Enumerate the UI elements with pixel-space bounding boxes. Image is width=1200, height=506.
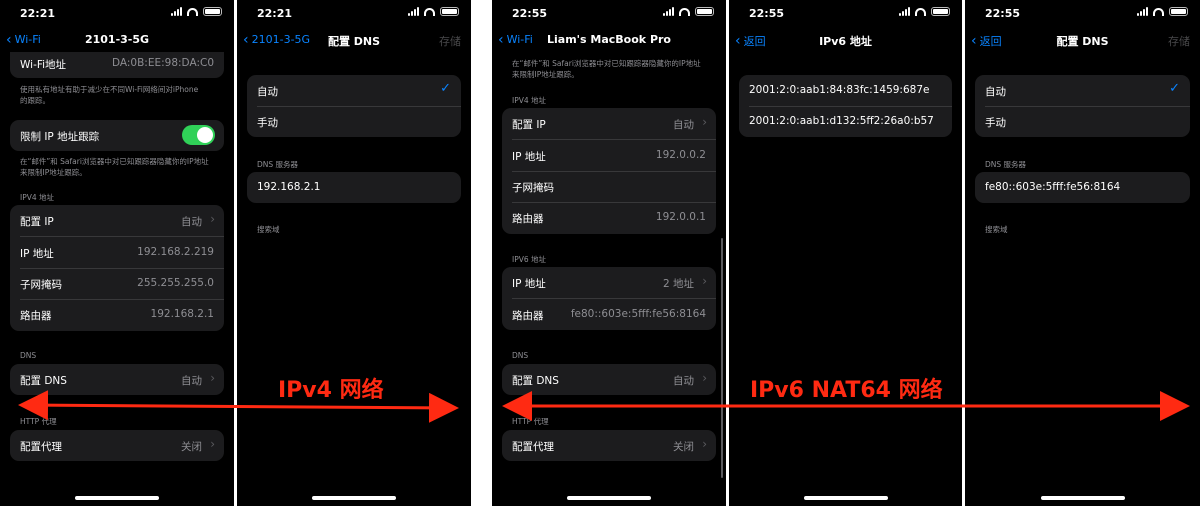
ipv6-network-caption: IPv6 NAT64 网络: [750, 378, 943, 403]
ipv4-network-caption: IPv4 网络: [278, 378, 384, 403]
annotation-arrows: [18, 390, 1190, 423]
ipv4-arrow: [18, 390, 459, 423]
